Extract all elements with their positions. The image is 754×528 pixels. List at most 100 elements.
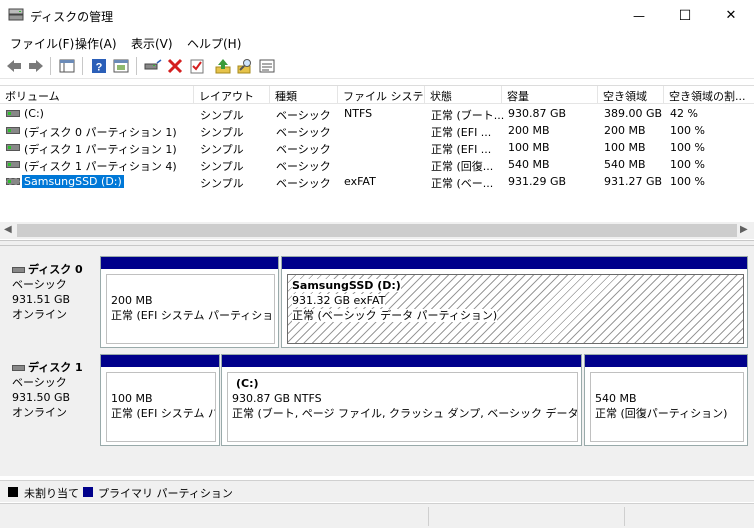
partition-name: SamsungSSD (D:)	[292, 279, 401, 292]
partition-name: (C:)	[236, 377, 259, 390]
volume-status: 正常 (ベー...	[431, 177, 494, 190]
column-header-layout[interactable]: レイアウト	[194, 86, 270, 104]
volume-status: 正常 (回復...	[431, 160, 494, 173]
partition-status: 正常 (ブート, ページ ファイル, クラッシュ ダンプ, ベーシック データ …	[232, 407, 578, 420]
disk-size: 931.51 GB	[12, 293, 71, 306]
disk-graphical-view: ディスク 0 ベーシック 931.51 GB オンライン 200 MB 正常 (…	[0, 246, 754, 476]
delete-button[interactable]	[166, 57, 184, 75]
volume-type: ベーシック	[276, 126, 331, 139]
volume-layout: シンプル	[200, 160, 244, 173]
disk-title: ディスク 1	[28, 361, 83, 374]
disk-1-label[interactable]: ディスク 1 ベーシック 931.50 GB オンライン	[4, 354, 96, 446]
volume-free: 100 MB	[604, 141, 646, 154]
volume-name: (ディスク 0 パーティション 1)	[24, 126, 177, 139]
minimize-button[interactable]: —	[616, 0, 662, 31]
back-icon	[7, 60, 21, 72]
partition-status: 正常 (ベーシック データ パーティション)	[292, 309, 498, 322]
check-icon	[190, 59, 204, 74]
legend: 未割り当て プライマリ パーティション	[0, 480, 754, 502]
volume-filesystem: exFAT	[344, 175, 376, 188]
partition-efi-disk0[interactable]: 200 MB 正常 (EFI システム パーティション)	[100, 256, 279, 348]
legend-primary: プライマリ パーティション	[98, 487, 233, 500]
volume-free-percent: 100 %	[670, 124, 705, 137]
volume-free: 200 MB	[604, 124, 646, 137]
volume-row[interactable]: (ディスク 0 パーティション 1) シンプル ベーシック 正常 (EFI ..…	[0, 122, 754, 139]
horizontal-scrollbar[interactable]: ◀ ▶	[0, 222, 754, 239]
volume-capacity: 100 MB	[508, 141, 550, 154]
forward-icon	[29, 60, 43, 72]
connect-icon	[144, 59, 162, 70]
volume-status: 正常 (EFI ...	[431, 126, 492, 139]
volume-capacity: 931.29 GB	[508, 175, 567, 188]
partition-size: 100 MB	[111, 392, 153, 405]
volume-free-percent: 42 %	[670, 107, 698, 120]
scroll-left-icon[interactable]: ◀	[4, 224, 12, 235]
volume-layout: シンプル	[200, 143, 244, 156]
close-button[interactable]: ✕	[708, 0, 754, 31]
volume-layout: シンプル	[200, 177, 244, 190]
column-header-free-percent[interactable]: 空き領域の割...	[664, 86, 754, 104]
maximize-button[interactable]: ☐	[662, 0, 708, 31]
window-title: ディスクの管理	[30, 10, 114, 24]
column-header-free-space[interactable]: 空き領域	[598, 86, 664, 104]
list-button[interactable]	[258, 57, 276, 75]
volume-row[interactable]: (ディスク 1 パーティション 1) シンプル ベーシック 正常 (EFI ..…	[0, 139, 754, 156]
close-icon: ✕	[725, 8, 737, 23]
partition-c[interactable]: (C:) 930.87 GB NTFS 正常 (ブート, ページ ファイル, ク…	[221, 354, 582, 446]
partition-samsungssd[interactable]: SamsungSSD (D:) 931.32 GB exFAT 正常 (ベーシッ…	[281, 256, 748, 348]
partition-status: 正常 (EFI システム パー	[111, 407, 215, 420]
help-button[interactable]: ?	[90, 57, 108, 75]
volume-layout: シンプル	[200, 109, 244, 122]
volume-list[interactable]: ボリューム レイアウト 種類 ファイル システム 状態 容量 空き領域 空き領域…	[0, 85, 754, 240]
volume-icon	[6, 161, 20, 168]
menu-action[interactable]: 操作(A)	[75, 35, 117, 52]
scroll-right-icon[interactable]: ▶	[740, 224, 748, 235]
partition-size: 540 MB	[595, 392, 637, 405]
volume-icon	[6, 178, 20, 185]
menu-file[interactable]: ファイル(F)	[10, 35, 74, 52]
volume-filesystem: NTFS	[344, 107, 373, 120]
column-header-filesystem[interactable]: ファイル システム	[338, 86, 425, 104]
properties-button[interactable]	[112, 57, 130, 75]
volume-capacity: 540 MB	[508, 158, 550, 171]
up-icon	[215, 59, 231, 74]
partition-status: 正常 (回復パーティション)	[595, 407, 728, 420]
partition-color-bar	[222, 355, 581, 367]
volume-free: 931.27 GB	[604, 175, 663, 188]
volume-name: (ディスク 1 パーティション 4)	[24, 160, 177, 173]
volume-free-percent: 100 %	[670, 158, 705, 171]
volume-row[interactable]: (C:) シンプル ベーシック NTFS 正常 (ブート... 930.87 G…	[0, 105, 754, 122]
column-header-type[interactable]: 種類	[270, 86, 338, 104]
scrollbar-thumb[interactable]	[17, 224, 737, 237]
forward-button[interactable]	[27, 57, 45, 75]
volume-row-selected[interactable]: SamsungSSD (D:) シンプル ベーシック exFAT 正常 (ベー.…	[0, 173, 754, 190]
search-button[interactable]	[236, 57, 254, 75]
legend-unallocated: 未割り当て	[24, 487, 79, 500]
volume-icon	[6, 110, 20, 117]
connect-disk-button[interactable]	[144, 57, 162, 75]
volume-icon	[6, 127, 20, 134]
volume-layout: シンプル	[200, 126, 244, 139]
menu-view[interactable]: 表示(V)	[131, 35, 173, 52]
column-header-capacity[interactable]: 容量	[502, 86, 598, 104]
volume-status: 正常 (ブート...	[431, 109, 505, 122]
menu-help[interactable]: ヘルプ(H)	[187, 35, 241, 52]
volume-row[interactable]: (ディスク 1 パーティション 4) シンプル ベーシック 正常 (回復... …	[0, 156, 754, 173]
volume-capacity: 200 MB	[508, 124, 550, 137]
partition-efi-disk1[interactable]: 100 MB 正常 (EFI システム パー	[100, 354, 220, 446]
list-header: ボリューム レイアウト 種類 ファイル システム 状態 容量 空き領域 空き領域…	[0, 86, 754, 104]
partition-color-bar	[101, 355, 219, 367]
disk-type: ベーシック	[12, 278, 67, 291]
unallocated-swatch	[8, 487, 18, 497]
up-button[interactable]	[214, 57, 232, 75]
partition-recovery[interactable]: 540 MB 正常 (回復パーティション)	[584, 354, 748, 446]
column-header-status[interactable]: 状態	[425, 86, 502, 104]
delete-icon	[167, 58, 183, 74]
column-header-volume[interactable]: ボリューム	[0, 86, 194, 104]
back-button[interactable]	[5, 57, 23, 75]
disk-0-label[interactable]: ディスク 0 ベーシック 931.51 GB オンライン	[4, 256, 96, 348]
console-tree-button[interactable]	[58, 57, 76, 75]
check-button[interactable]	[188, 57, 206, 75]
console-tree-icon	[59, 59, 75, 73]
disk-icon	[12, 364, 25, 371]
